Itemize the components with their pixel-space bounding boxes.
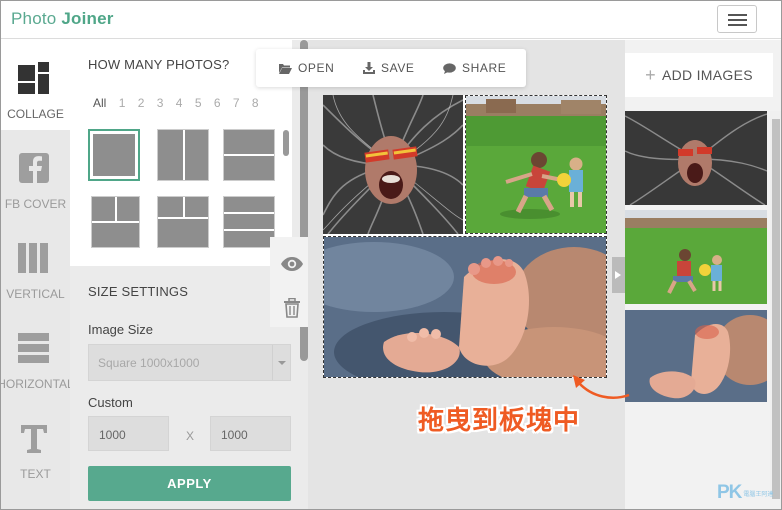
trash-icon[interactable] bbox=[283, 298, 301, 318]
watermark-main: PK bbox=[717, 482, 742, 503]
library-thumb-rocker[interactable] bbox=[625, 111, 767, 205]
thumb-park-image bbox=[625, 210, 767, 304]
logo-photo: Photo bbox=[11, 9, 57, 28]
sidebar-item-vertical[interactable]: VERTICAL bbox=[1, 220, 70, 310]
apply-button[interactable]: APPLY bbox=[88, 466, 291, 501]
sidebar: COLLAGE FB COVER VERTICAL HORIZONTAL TEX… bbox=[1, 40, 74, 509]
open-button[interactable]: OPEN bbox=[279, 61, 334, 75]
custom-height-input[interactable]: 1000 bbox=[210, 416, 291, 451]
sidebar-item-horizontal[interactable]: HORIZONTAL bbox=[1, 310, 74, 400]
facebook-icon bbox=[19, 153, 49, 183]
photo-baby-feet bbox=[324, 237, 606, 377]
text-icon bbox=[21, 425, 47, 453]
watermark-logo: PK 電腦王阿達 bbox=[717, 482, 773, 504]
library-thumb-baby-feet[interactable] bbox=[625, 310, 767, 402]
chevron-down-icon bbox=[272, 345, 290, 380]
how-many-photos-title: HOW MANY PHOTOS? bbox=[88, 57, 230, 72]
thumb-baby-feet-image bbox=[625, 310, 767, 402]
sidebar-item-label: TEXT bbox=[20, 467, 51, 481]
save-button[interactable]: SAVE bbox=[363, 61, 415, 75]
count-filter-2[interactable]: 2 bbox=[138, 96, 145, 110]
open-label: OPEN bbox=[298, 61, 335, 75]
thumb-rocker-image bbox=[625, 111, 767, 205]
curved-arrow-icon bbox=[573, 375, 630, 399]
collage-cell-park[interactable] bbox=[465, 95, 607, 234]
top-bar: Photo Joiner bbox=[1, 1, 781, 39]
plus-icon: + bbox=[645, 65, 656, 85]
sidebar-item-collage[interactable]: COLLAGE bbox=[1, 40, 70, 130]
custom-label: Custom bbox=[88, 395, 133, 410]
sidebar-item-label: HORIZONTAL bbox=[0, 377, 74, 391]
image-size-select[interactable]: Square 1000x1000 bbox=[88, 344, 291, 381]
download-icon bbox=[363, 62, 375, 74]
count-filter-3[interactable]: 3 bbox=[157, 96, 164, 110]
library-thumb-park[interactable] bbox=[625, 210, 767, 304]
sidebar-item-label: VERTICAL bbox=[6, 287, 65, 301]
sidebar-item-text[interactable]: TEXT bbox=[1, 400, 70, 490]
layout-tile-three-c[interactable] bbox=[223, 196, 275, 248]
horizontal-icon bbox=[18, 333, 49, 363]
vertical-icon bbox=[18, 243, 48, 273]
image-library-panel: + ADD IMAGES bbox=[625, 40, 781, 509]
app-logo[interactable]: Photo Joiner bbox=[11, 9, 114, 29]
photo-count-filter: All 1 2 3 4 5 6 7 8 bbox=[93, 96, 268, 110]
collage-icon bbox=[18, 62, 49, 94]
count-filter-1[interactable]: 1 bbox=[119, 96, 126, 110]
hamburger-icon-line bbox=[728, 19, 747, 21]
collage-cell-baby-feet[interactable] bbox=[323, 236, 607, 378]
count-filter-all[interactable]: All bbox=[93, 96, 106, 110]
share-button[interactable]: SHARE bbox=[443, 61, 506, 75]
layout-tile-single[interactable] bbox=[88, 129, 140, 181]
layout-tile-two-rows[interactable] bbox=[223, 129, 275, 181]
collapse-panel-button[interactable] bbox=[612, 257, 625, 293]
sidebar-item-label: FB COVER bbox=[4, 197, 67, 211]
sidebar-item-label: COLLAGE bbox=[7, 107, 64, 121]
hamburger-icon bbox=[728, 14, 747, 16]
image-size-value: Square 1000x1000 bbox=[98, 356, 200, 370]
count-filter-4[interactable]: 4 bbox=[176, 96, 183, 110]
layout-tile-three-a[interactable] bbox=[91, 196, 140, 248]
count-filter-5[interactable]: 5 bbox=[195, 96, 202, 110]
collage-canvas bbox=[323, 95, 607, 378]
save-label: SAVE bbox=[381, 61, 415, 75]
folder-open-icon bbox=[279, 64, 292, 74]
times-separator: X bbox=[186, 429, 195, 443]
image-size-label: Image Size bbox=[88, 322, 154, 337]
watermark-sub: 電腦王阿達 bbox=[743, 492, 774, 498]
custom-width-input[interactable]: 1000 bbox=[88, 416, 169, 451]
collage-cell-rocker[interactable] bbox=[323, 95, 463, 234]
count-filter-6[interactable]: 6 bbox=[214, 96, 221, 110]
sidebar-item-fb-cover[interactable]: FB COVER bbox=[1, 130, 70, 220]
hamburger-menu-button[interactable] bbox=[717, 5, 757, 33]
hamburger-icon-line bbox=[728, 24, 747, 26]
count-filter-8[interactable]: 8 bbox=[252, 96, 259, 110]
add-images-label: ADD IMAGES bbox=[661, 67, 753, 83]
library-scrollbar[interactable] bbox=[770, 111, 781, 509]
add-images-button[interactable]: + ADD IMAGES bbox=[625, 53, 773, 97]
photo-park bbox=[466, 96, 606, 233]
logo-joiner: Joiner bbox=[61, 9, 114, 28]
size-settings-title: SIZE SETTINGS bbox=[88, 284, 189, 299]
count-filter-7[interactable]: 7 bbox=[233, 96, 240, 110]
eye-icon[interactable] bbox=[280, 256, 304, 272]
app-window: Photo Joiner COLLAGE FB COVER VERTICAL H… bbox=[0, 0, 782, 510]
drag-hint-annotation: 拖曳到板塊中 bbox=[418, 405, 581, 435]
file-toolbar: OPEN SAVE SHARE bbox=[256, 49, 526, 87]
layout-tile-two-columns[interactable] bbox=[157, 129, 209, 181]
photo-rocker bbox=[323, 95, 463, 234]
layout-tile-three-b[interactable] bbox=[157, 196, 209, 248]
share-label: SHARE bbox=[462, 61, 507, 75]
chat-bubble-icon bbox=[443, 63, 456, 74]
layout-list-scrollbar[interactable] bbox=[283, 130, 289, 156]
